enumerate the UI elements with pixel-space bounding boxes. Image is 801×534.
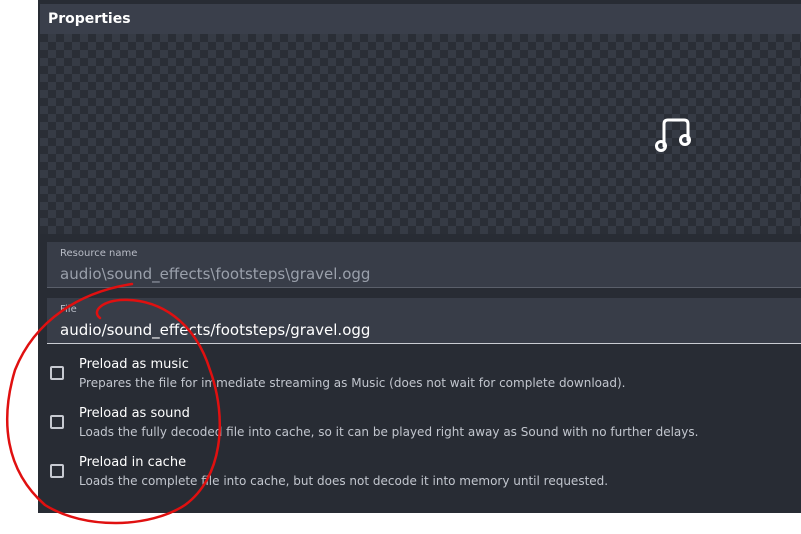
panel-title: Properties — [40, 4, 801, 34]
resource-name-field[interactable]: Resource name audio\sound_effects\footst… — [47, 242, 801, 288]
preload-cache-description: Loads the complete file into cache, but … — [79, 474, 609, 488]
preload-sound-title: Preload as sound — [79, 406, 190, 421]
file-value[interactable]: audio/sound_effects/footsteps/gravel.ogg — [60, 321, 370, 339]
audio-preview — [40, 34, 801, 234]
preload-music-option[interactable]: Preload as music Prepares the file for i… — [48, 357, 798, 397]
preload-cache-title: Preload in cache — [79, 455, 187, 470]
file-label: File — [60, 304, 77, 315]
preload-music-checkbox[interactable] — [50, 366, 64, 380]
resource-name-label: Resource name — [60, 248, 138, 259]
file-field[interactable]: File audio/sound_effects/footsteps/grave… — [47, 298, 801, 344]
preload-sound-description: Loads the fully decoded file into cache,… — [79, 425, 699, 439]
preload-music-description: Prepares the file for immediate streamin… — [79, 376, 626, 390]
preload-cache-checkbox[interactable] — [50, 464, 64, 478]
preload-music-title: Preload as music — [79, 357, 189, 372]
resource-name-value[interactable]: audio\sound_effects\footsteps\gravel.ogg — [60, 265, 370, 283]
preload-cache-option[interactable]: Preload in cache Loads the complete file… — [48, 455, 798, 495]
properties-panel: Properties Resource name audio\sound_eff… — [38, 0, 801, 513]
music-note-icon — [655, 118, 691, 152]
preload-sound-checkbox[interactable] — [50, 415, 64, 429]
preload-sound-option[interactable]: Preload as sound Loads the fully decoded… — [48, 406, 798, 446]
